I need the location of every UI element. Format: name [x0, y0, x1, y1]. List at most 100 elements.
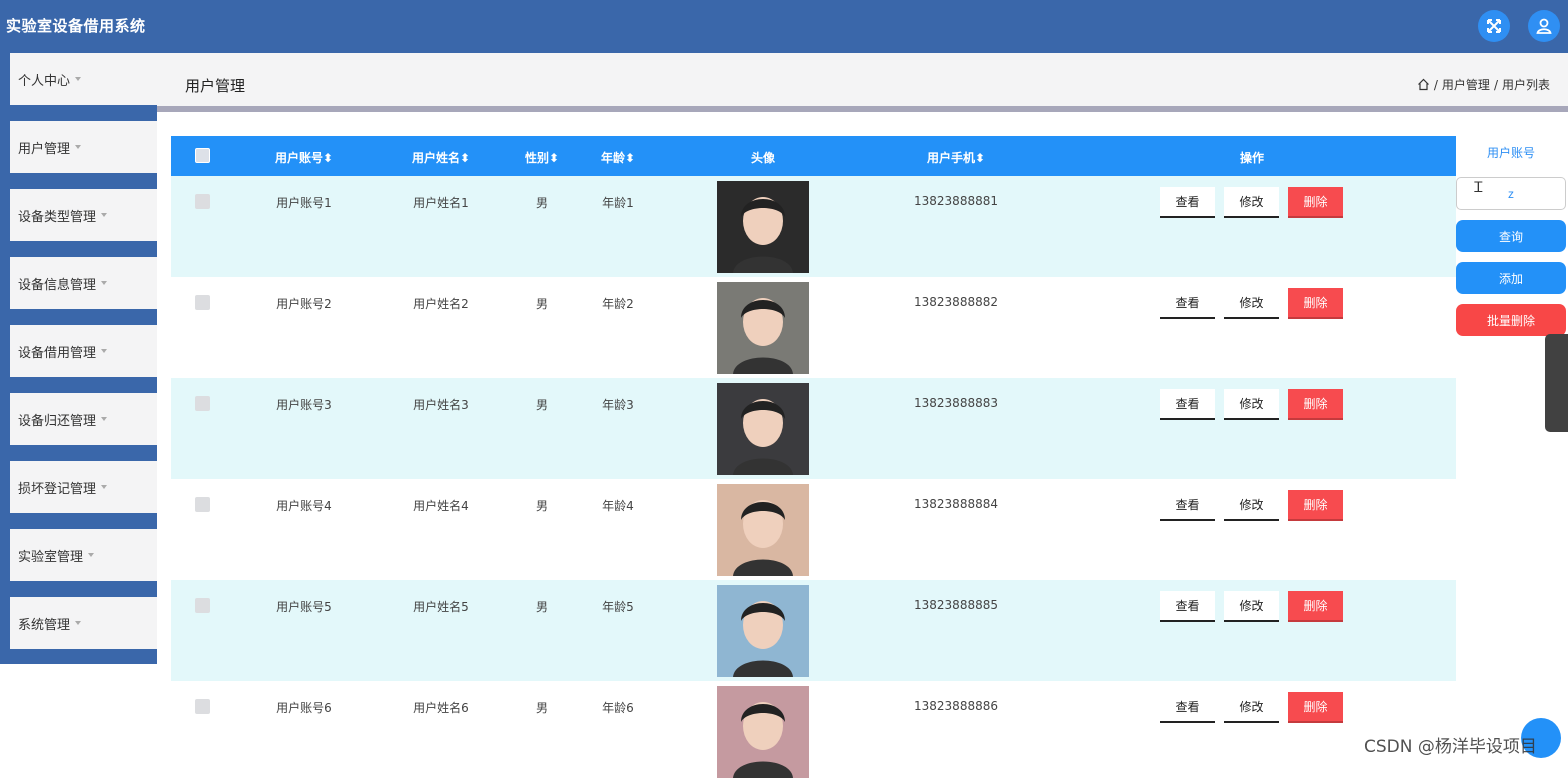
cell-phone: 13823888884 [914, 497, 998, 511]
sidebar-item-device-types[interactable]: 设备类型管理 [10, 189, 157, 241]
delete-button[interactable]: 删除 [1288, 692, 1343, 723]
add-button[interactable]: 添加 [1456, 262, 1566, 294]
caret-down-icon [101, 485, 108, 489]
view-button[interactable]: 查看 [1160, 591, 1215, 622]
avatar [717, 181, 809, 273]
column-label: 操作 [1239, 151, 1265, 165]
search-label: 用户账号 [1486, 146, 1535, 160]
breadcrumb-item[interactable]: 用户管理 [1442, 76, 1490, 93]
row-checkbox[interactable] [195, 598, 210, 613]
row-checkbox[interactable] [195, 699, 210, 714]
caret-down-icon [101, 213, 108, 217]
sidebar-item-device-return[interactable]: 设备归还管理 [10, 393, 157, 445]
sidebar-item-users[interactable]: 用户管理 [10, 121, 157, 173]
sidebar-item-profile[interactable]: 个人中心 [10, 53, 157, 105]
view-button[interactable]: 查看 [1160, 288, 1215, 319]
view-button[interactable]: 查看 [1160, 389, 1215, 420]
edit-button[interactable]: 修改 [1224, 187, 1279, 218]
cell-phone: 13823888881 [914, 194, 998, 208]
watermark: CSDN @杨洋毕设项目 [1364, 737, 1537, 757]
sidebar-item-label: 设备类型管理 [18, 209, 97, 225]
side-drawer-handle[interactable] [1545, 334, 1568, 432]
cell-gender: 男 [535, 398, 549, 412]
row-checkbox[interactable] [195, 194, 210, 209]
delete-button[interactable]: 删除 [1288, 187, 1343, 218]
sort-icon[interactable]: ⬍ [549, 151, 559, 165]
view-button[interactable]: 查看 [1160, 187, 1215, 218]
avatar-image [717, 383, 809, 475]
row-checkbox[interactable] [195, 295, 210, 310]
view-button[interactable]: 查看 [1160, 692, 1215, 723]
table-body: 用户账号1 用户姓名1 男 年龄1 13823888881 查看 修改 删除 用… [171, 176, 1456, 782]
row-checkbox[interactable] [195, 497, 210, 512]
cell-age: 年龄6 [602, 701, 634, 715]
cell-account: 用户账号1 [276, 196, 332, 210]
cell-account: 用户账号4 [276, 499, 332, 513]
column-label: 用户手机 [926, 151, 975, 165]
avatar-image [717, 181, 809, 273]
breadcrumb: / 用户管理 / 用户列表 [1417, 76, 1550, 93]
caret-down-icon [75, 77, 82, 81]
avatar-image [717, 686, 809, 778]
avatar [717, 282, 809, 374]
view-button[interactable]: 查看 [1160, 490, 1215, 521]
sidebar-item-device-borrow[interactable]: 设备借用管理 [10, 325, 157, 377]
batch-delete-button[interactable]: 批量删除 [1456, 304, 1566, 336]
table-row: 用户账号2 用户姓名2 男 年龄2 13823888882 查看 修改 删除 [171, 277, 1456, 378]
caret-down-icon [101, 417, 108, 421]
edit-button[interactable]: 修改 [1224, 288, 1279, 319]
sidebar-item-label: 设备信息管理 [18, 277, 97, 293]
edit-button[interactable]: 修改 [1224, 490, 1279, 521]
delete-button[interactable]: 删除 [1288, 591, 1343, 622]
breadcrumb-separator: / [1493, 77, 1498, 92]
select-all-checkbox[interactable] [195, 148, 210, 163]
edit-button[interactable]: 修改 [1224, 591, 1279, 622]
cell-age: 年龄1 [602, 196, 634, 210]
sidebar-item-system[interactable]: 系统管理 [10, 597, 157, 649]
fullscreen-button[interactable] [1478, 10, 1510, 42]
sort-icon[interactable]: ⬍ [460, 151, 470, 165]
sidebar-item-damage[interactable]: 损坏登记管理 [10, 461, 157, 513]
edit-button[interactable]: 修改 [1224, 389, 1279, 420]
delete-button[interactable]: 删除 [1288, 288, 1343, 319]
query-button[interactable]: 查询 [1456, 220, 1566, 252]
sidebar-item-device-info[interactable]: 设备信息管理 [10, 257, 157, 309]
column-header-gender[interactable]: 性别⬍ [525, 149, 559, 166]
avatar [717, 686, 809, 778]
user-icon [1536, 18, 1552, 34]
column-header-account[interactable]: 用户账号⬍ [275, 149, 333, 166]
column-header-phone[interactable]: 用户手机⬍ [927, 149, 985, 166]
search-input[interactable] [1456, 177, 1566, 210]
avatar-image [717, 585, 809, 677]
column-label: 性别 [524, 151, 549, 165]
cell-phone: 13823888882 [914, 295, 998, 309]
cell-name: 用户姓名3 [413, 398, 469, 412]
page-title: 用户管理 [185, 77, 246, 95]
cell-gender: 男 [535, 600, 549, 614]
sidebar-item-label: 设备归还管理 [18, 413, 97, 429]
cell-phone: 13823888883 [914, 396, 998, 410]
column-header-age[interactable]: 年龄⬍ [601, 149, 635, 166]
sort-icon[interactable]: ⬍ [975, 151, 985, 165]
cell-name: 用户姓名2 [413, 297, 469, 311]
cell-gender: 男 [535, 701, 549, 715]
table-header: 用户账号⬍ 用户姓名⬍ 性别⬍ 年龄⬍ 头像 用户手机⬍ 操作 [171, 136, 1456, 176]
top-bar: 实验室设备借用系统 [0, 0, 1568, 53]
sort-icon[interactable]: ⬍ [625, 151, 635, 165]
delete-button[interactable]: 删除 [1288, 490, 1343, 521]
cell-name: 用户姓名4 [413, 499, 469, 513]
cell-account: 用户账号6 [276, 701, 332, 715]
sidebar-item-label: 设备借用管理 [18, 345, 97, 361]
user-button[interactable] [1528, 10, 1560, 42]
delete-button[interactable]: 删除 [1288, 389, 1343, 420]
cell-account: 用户账号2 [276, 297, 332, 311]
caret-down-icon [75, 145, 82, 149]
cell-phone: 13823888885 [914, 598, 998, 612]
edit-button[interactable]: 修改 [1224, 692, 1279, 723]
sidebar-item-labs[interactable]: 实验室管理 [10, 529, 157, 581]
row-checkbox[interactable] [195, 396, 210, 411]
sort-icon[interactable]: ⬍ [323, 151, 333, 165]
home-icon[interactable] [1417, 78, 1430, 91]
column-header-name[interactable]: 用户姓名⬍ [412, 149, 470, 166]
table-row: 用户账号3 用户姓名3 男 年龄3 13823888883 查看 修改 删除 [171, 378, 1456, 479]
